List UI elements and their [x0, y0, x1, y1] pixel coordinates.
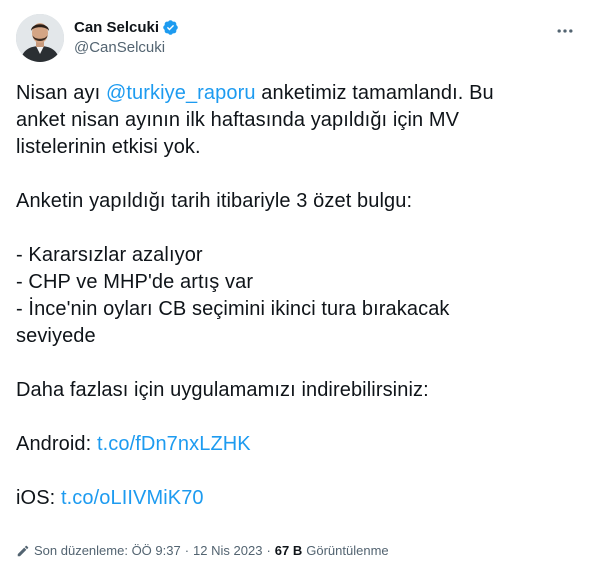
tweet-line-1: Nisan ayı @turkiye_raporu anketimiz tama… [16, 80, 576, 107]
author-names: Can Selcuki @CanSelcuki [74, 17, 179, 56]
android-link[interactable]: t.co/fDn7nxLZHK [97, 433, 251, 455]
tweet-line-6: - CHP ve MHP'de artış var [16, 271, 254, 293]
tweet-line-3: listelerinin etkisi yok. [16, 136, 201, 158]
tweet-text: Nisan ayı @turkiye_raporu anketimiz tama… [16, 80, 576, 512]
display-name-row: Can Selcuki [74, 17, 179, 37]
views-count[interactable]: 67 B [275, 543, 302, 558]
mention-link[interactable]: @turkiye_raporu [106, 82, 256, 104]
ios-link[interactable]: t.co/oLIIVMiK70 [61, 487, 204, 509]
views-label: Görüntülenme [306, 543, 389, 558]
verified-badge-icon [162, 19, 179, 36]
android-label: Android: [16, 433, 97, 455]
more-horizontal-icon [557, 29, 573, 33]
android-line: Android: t.co/fDn7nxLZHK [16, 431, 576, 458]
display-name[interactable]: Can Selcuki [74, 19, 159, 36]
meta-separator: · [184, 543, 190, 558]
tweet-header: Can Selcuki @CanSelcuki [16, 14, 576, 62]
tweet-date[interactable]: 12 Nis 2023 [193, 543, 262, 558]
tweet-line-8: seviyede [16, 325, 96, 347]
ios-label: iOS: [16, 487, 61, 509]
edited-timestamp[interactable]: Son düzenleme: ÖÖ 9:37 [34, 543, 181, 558]
ios-line: iOS: t.co/oLIIVMiK70 [16, 485, 576, 512]
tweet-line-4: Anketin yapıldığı tarih itibariyle 3 öze… [16, 190, 413, 212]
meta-separator: · [266, 543, 271, 558]
more-options-button[interactable] [554, 20, 576, 42]
tweet-meta: Son düzenleme: ÖÖ 9:37 · 12 Nis 2023 · 6… [16, 543, 389, 558]
avatar[interactable] [16, 14, 64, 62]
tweet-line-5: - Kararsızlar azalıyor [16, 244, 203, 266]
tweet-card: Can Selcuki @CanSelcuki Nisan ayı @turki… [0, 0, 591, 565]
text-segment: anketimiz tamamlandı. Bu [255, 82, 494, 104]
tweet-line-2: anket nisan ayının ilk haftasında yapıld… [16, 109, 460, 131]
tweet-line-9: Daha fazlası için uygulamamızı indirebil… [16, 379, 429, 401]
pencil-icon [17, 545, 29, 556]
tweet-line-7: - İnce'nin oyları CB seçimini ikinci tur… [16, 298, 450, 320]
user-handle[interactable]: @CanSelcuki [74, 39, 179, 56]
text-segment: Nisan ayı [16, 82, 106, 104]
